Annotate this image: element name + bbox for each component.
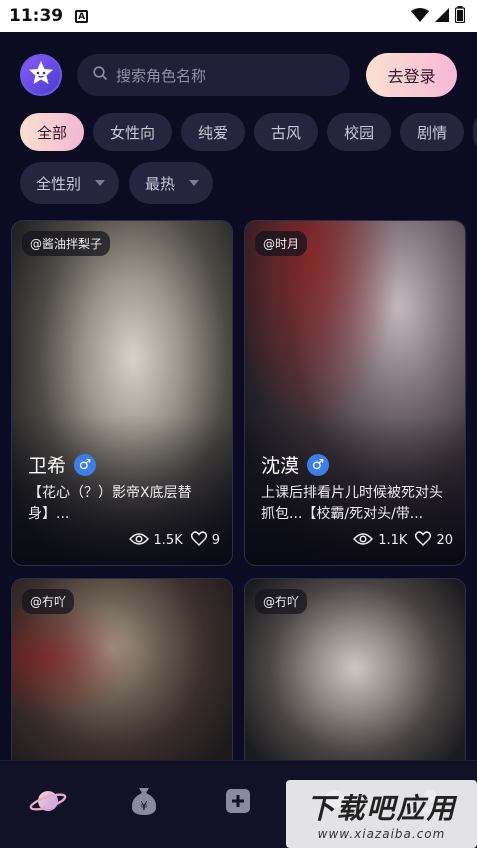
battery-icon [454, 5, 466, 27]
sort-filter-label: 最热 [145, 174, 176, 193]
watermark: 下载吧应用 www.xiazaiba.com [286, 780, 477, 848]
author-tag: @冇吖 [22, 589, 75, 614]
nav-wallet[interactable]: ¥ [122, 783, 166, 823]
male-icon: ♂ [74, 453, 97, 476]
nav-create[interactable] [216, 783, 260, 823]
character-card[interactable]: @冇吖 [11, 578, 233, 778]
star-logo-icon [27, 59, 55, 91]
eye-icon [128, 532, 149, 550]
filters: 全性别 最热 [20, 162, 214, 204]
plus-square-icon [223, 786, 253, 820]
character-description: 【花心（？）影帝X底层替身】... [28, 485, 192, 522]
svg-text:¥: ¥ [140, 799, 148, 813]
tag-pure-love[interactable]: 纯爱 [181, 113, 246, 151]
gender-filter-label: 全性别 [36, 174, 82, 193]
watermark-title: 下载吧应用 [306, 792, 457, 825]
wifi-icon [411, 7, 429, 26]
notification-icon: A [75, 9, 89, 23]
tag-campus[interactable]: 校园 [327, 113, 392, 151]
tag-female-oriented[interactable]: 女性向 [93, 113, 173, 151]
sort-filter[interactable]: 最热 [129, 162, 214, 204]
author-tag: @时月 [255, 231, 308, 256]
like-count: 9 [211, 533, 220, 548]
status-bar: 11:39 A [0, 0, 477, 32]
tag-plot[interactable]: 剧情 [400, 113, 465, 151]
chevron-down-icon [189, 180, 200, 186]
character-description: 上课后排看片儿时候被死对头抓包...【校霸/死对头/带... [261, 485, 443, 522]
chevron-down-icon [95, 180, 106, 186]
heart-icon[interactable] [190, 531, 207, 550]
character-card[interactable]: @时月 沈漠 ♂ 上课后排看片儿时候被死对头抓包...【校霸/死对头/带... … [244, 220, 466, 566]
character-name: 沈漠 [261, 455, 300, 477]
eye-icon [353, 532, 374, 550]
character-name: 卫希 [28, 455, 67, 477]
search-icon [93, 65, 108, 85]
nav-discover[interactable] [26, 783, 70, 823]
planet-icon [28, 784, 68, 822]
watermark-url: www.xiazaiba.com [317, 827, 446, 841]
gender-filter[interactable]: 全性别 [20, 162, 120, 204]
tag-more[interactable] [473, 113, 477, 151]
category-tags: 全部 女性向 纯爱 古风 校园 剧情 [20, 113, 477, 151]
character-card[interactable]: @冇吖 [244, 578, 466, 778]
author-tag: @酱油拌梨子 [22, 231, 111, 256]
male-icon: ♂ [307, 453, 330, 476]
tag-all[interactable]: 全部 [20, 113, 85, 151]
status-time: 11:39 [9, 6, 64, 26]
money-bag-icon: ¥ [127, 784, 161, 822]
login-button[interactable]: 去登录 [366, 53, 457, 97]
tag-ancient-style[interactable]: 古风 [254, 113, 319, 151]
heart-icon[interactable] [415, 531, 432, 550]
signal-icon [435, 7, 449, 26]
app-logo[interactable] [20, 54, 62, 96]
search-placeholder: 搜索角色名称 [116, 66, 207, 85]
like-count: 20 [436, 533, 453, 548]
view-count: 1.5K [153, 533, 183, 548]
character-card[interactable]: @酱油拌梨子 卫希 ♂ 【花心（？）影帝X底层替身】... 1.5K 9 [11, 220, 233, 566]
view-count: 1.1K [378, 533, 408, 548]
author-tag: @冇吖 [255, 589, 308, 614]
search-input[interactable]: 搜索角色名称 [77, 54, 350, 96]
header: 搜索角色名称 去登录 [0, 52, 477, 100]
